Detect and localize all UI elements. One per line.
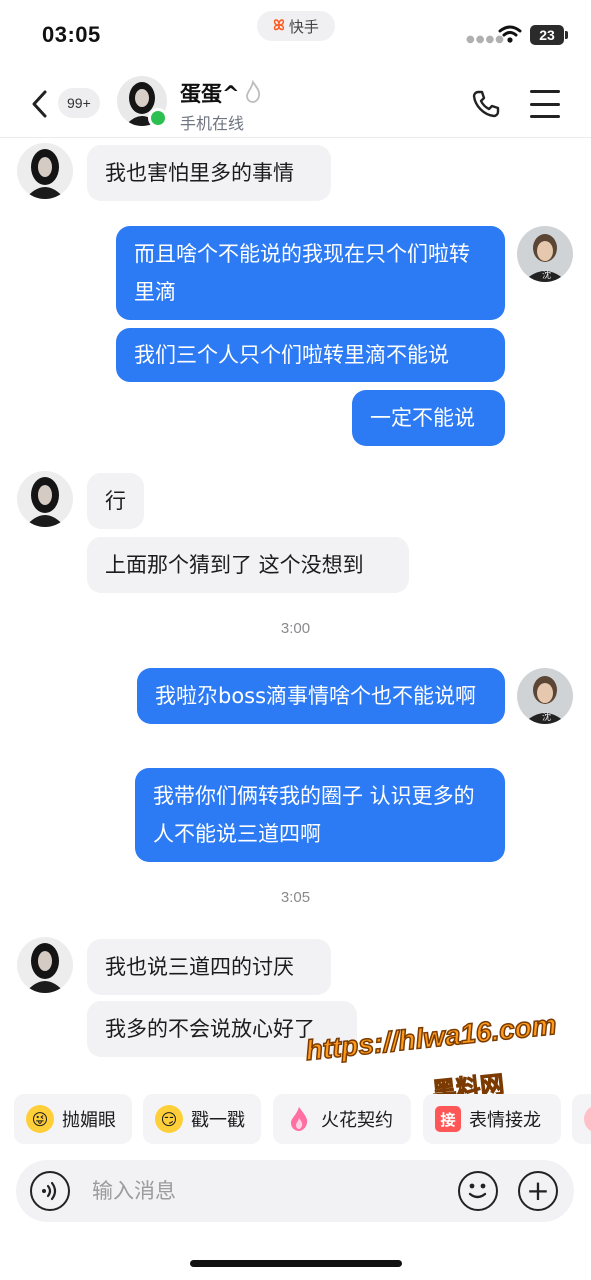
battery-icon: 23 bbox=[530, 25, 564, 45]
menu-line bbox=[530, 90, 560, 93]
quick-reply-label: 抛媚眼 bbox=[62, 1110, 116, 1131]
kuaishou-logo-icon: ꕤ bbox=[273, 18, 285, 34]
quick-reply-label: 火花契约 bbox=[321, 1110, 393, 1131]
message-timestamp: 3:00 bbox=[280, 620, 311, 637]
app-return-pill[interactable]: ꕤ 快手 bbox=[257, 11, 335, 41]
home-indicator[interactable] bbox=[190, 1260, 402, 1267]
smiley-icon bbox=[468, 1183, 487, 1199]
contact-name[interactable]: 蛋蛋^ bbox=[180, 78, 240, 108]
message-input[interactable] bbox=[92, 1172, 432, 1210]
back-button[interactable] bbox=[24, 86, 54, 122]
my-message-avatar[interactable]: 沈 bbox=[517, 668, 573, 724]
wink-face-icon: 😜 bbox=[26, 1105, 54, 1133]
message-input-bar: + bbox=[16, 1160, 574, 1222]
message-bubble-outgoing[interactable]: 而且啥个不能说的我现在只个们啦转里滴 bbox=[116, 226, 505, 320]
menu-button[interactable] bbox=[530, 90, 560, 118]
voice-wave-icon bbox=[42, 1181, 57, 1201]
svg-text:沈: 沈 bbox=[542, 269, 551, 281]
message-bubble-incoming[interactable]: 行 bbox=[87, 473, 144, 529]
jie-box-icon: 接 bbox=[435, 1106, 461, 1132]
contact-message-avatar[interactable] bbox=[17, 471, 73, 527]
quick-reply-label: 表情接龙 bbox=[469, 1110, 541, 1131]
message-bubble-outgoing[interactable]: 一定不能说 bbox=[352, 390, 505, 446]
chat-header: 99+ 蛋蛋^ 手机在线 bbox=[0, 70, 591, 138]
app-name: 快手 bbox=[288, 17, 319, 36]
unread-badge[interactable]: 99+ bbox=[58, 88, 100, 118]
message-bubble-incoming[interactable]: 我也说三道四的讨厌 bbox=[87, 939, 331, 995]
online-indicator bbox=[148, 108, 168, 128]
quick-reply-wink[interactable]: 😜 抛媚眼 bbox=[14, 1094, 132, 1144]
quick-reply-label: 戳一戳 bbox=[191, 1110, 245, 1131]
voice-button[interactable] bbox=[30, 1171, 70, 1211]
my-message-avatar[interactable]: 沈 bbox=[517, 226, 573, 282]
wifi-icon bbox=[498, 25, 522, 43]
message-bubble-incoming[interactable]: 我也害怕里多的事情 bbox=[87, 145, 331, 201]
chevron-left-icon bbox=[32, 90, 47, 118]
svg-text:沈: 沈 bbox=[542, 711, 551, 723]
emoji-button[interactable] bbox=[458, 1171, 498, 1211]
quick-reply-spark[interactable]: 火花契约 bbox=[273, 1094, 411, 1144]
menu-line bbox=[530, 102, 560, 106]
flame-icon bbox=[246, 80, 261, 103]
quick-reply-sticker-chain[interactable]: 接 表情接龙 bbox=[423, 1094, 561, 1144]
message-bubble-outgoing[interactable]: 我啦尕boss滴事情啥个也不能说啊 bbox=[137, 668, 505, 724]
heart-face-icon: · bbox=[584, 1105, 591, 1133]
menu-line bbox=[530, 115, 560, 118]
battery-tip bbox=[565, 31, 568, 39]
poke-face-icon: 😏 bbox=[155, 1105, 183, 1133]
quick-reply-poke[interactable]: 😏 戳一戳 bbox=[143, 1094, 261, 1144]
phone-icon bbox=[472, 90, 500, 118]
contact-message-avatar[interactable] bbox=[17, 937, 73, 993]
phone-call-button[interactable] bbox=[470, 88, 502, 120]
message-bubble-incoming[interactable]: 上面那个猜到了 这个没想到 bbox=[87, 537, 409, 593]
message-timestamp: 3:05 bbox=[280, 889, 311, 906]
contact-status: 手机在线 bbox=[180, 114, 245, 133]
quick-reply-bar: 😜 抛媚眼 😏 戳一戳 火花契约 接 表情接龙 · bbox=[0, 1094, 591, 1146]
message-bubble-outgoing[interactable]: 我带你们俩转我的圈子 认识更多的人不能说三道四啊 bbox=[135, 768, 505, 862]
flame-icon bbox=[285, 1105, 313, 1133]
status-bar: 03:05 ꕤ 快手 ●●●● 23 bbox=[0, 0, 591, 70]
quick-reply-more[interactable]: · bbox=[572, 1094, 591, 1144]
plus-icon: + bbox=[526, 1174, 550, 1207]
more-actions-button[interactable]: + bbox=[518, 1171, 558, 1211]
message-bubble-outgoing[interactable]: 我们三个人只个们啦转里滴不能说 bbox=[116, 328, 505, 382]
contact-message-avatar[interactable] bbox=[17, 143, 73, 199]
status-time: 03:05 bbox=[42, 22, 101, 47]
